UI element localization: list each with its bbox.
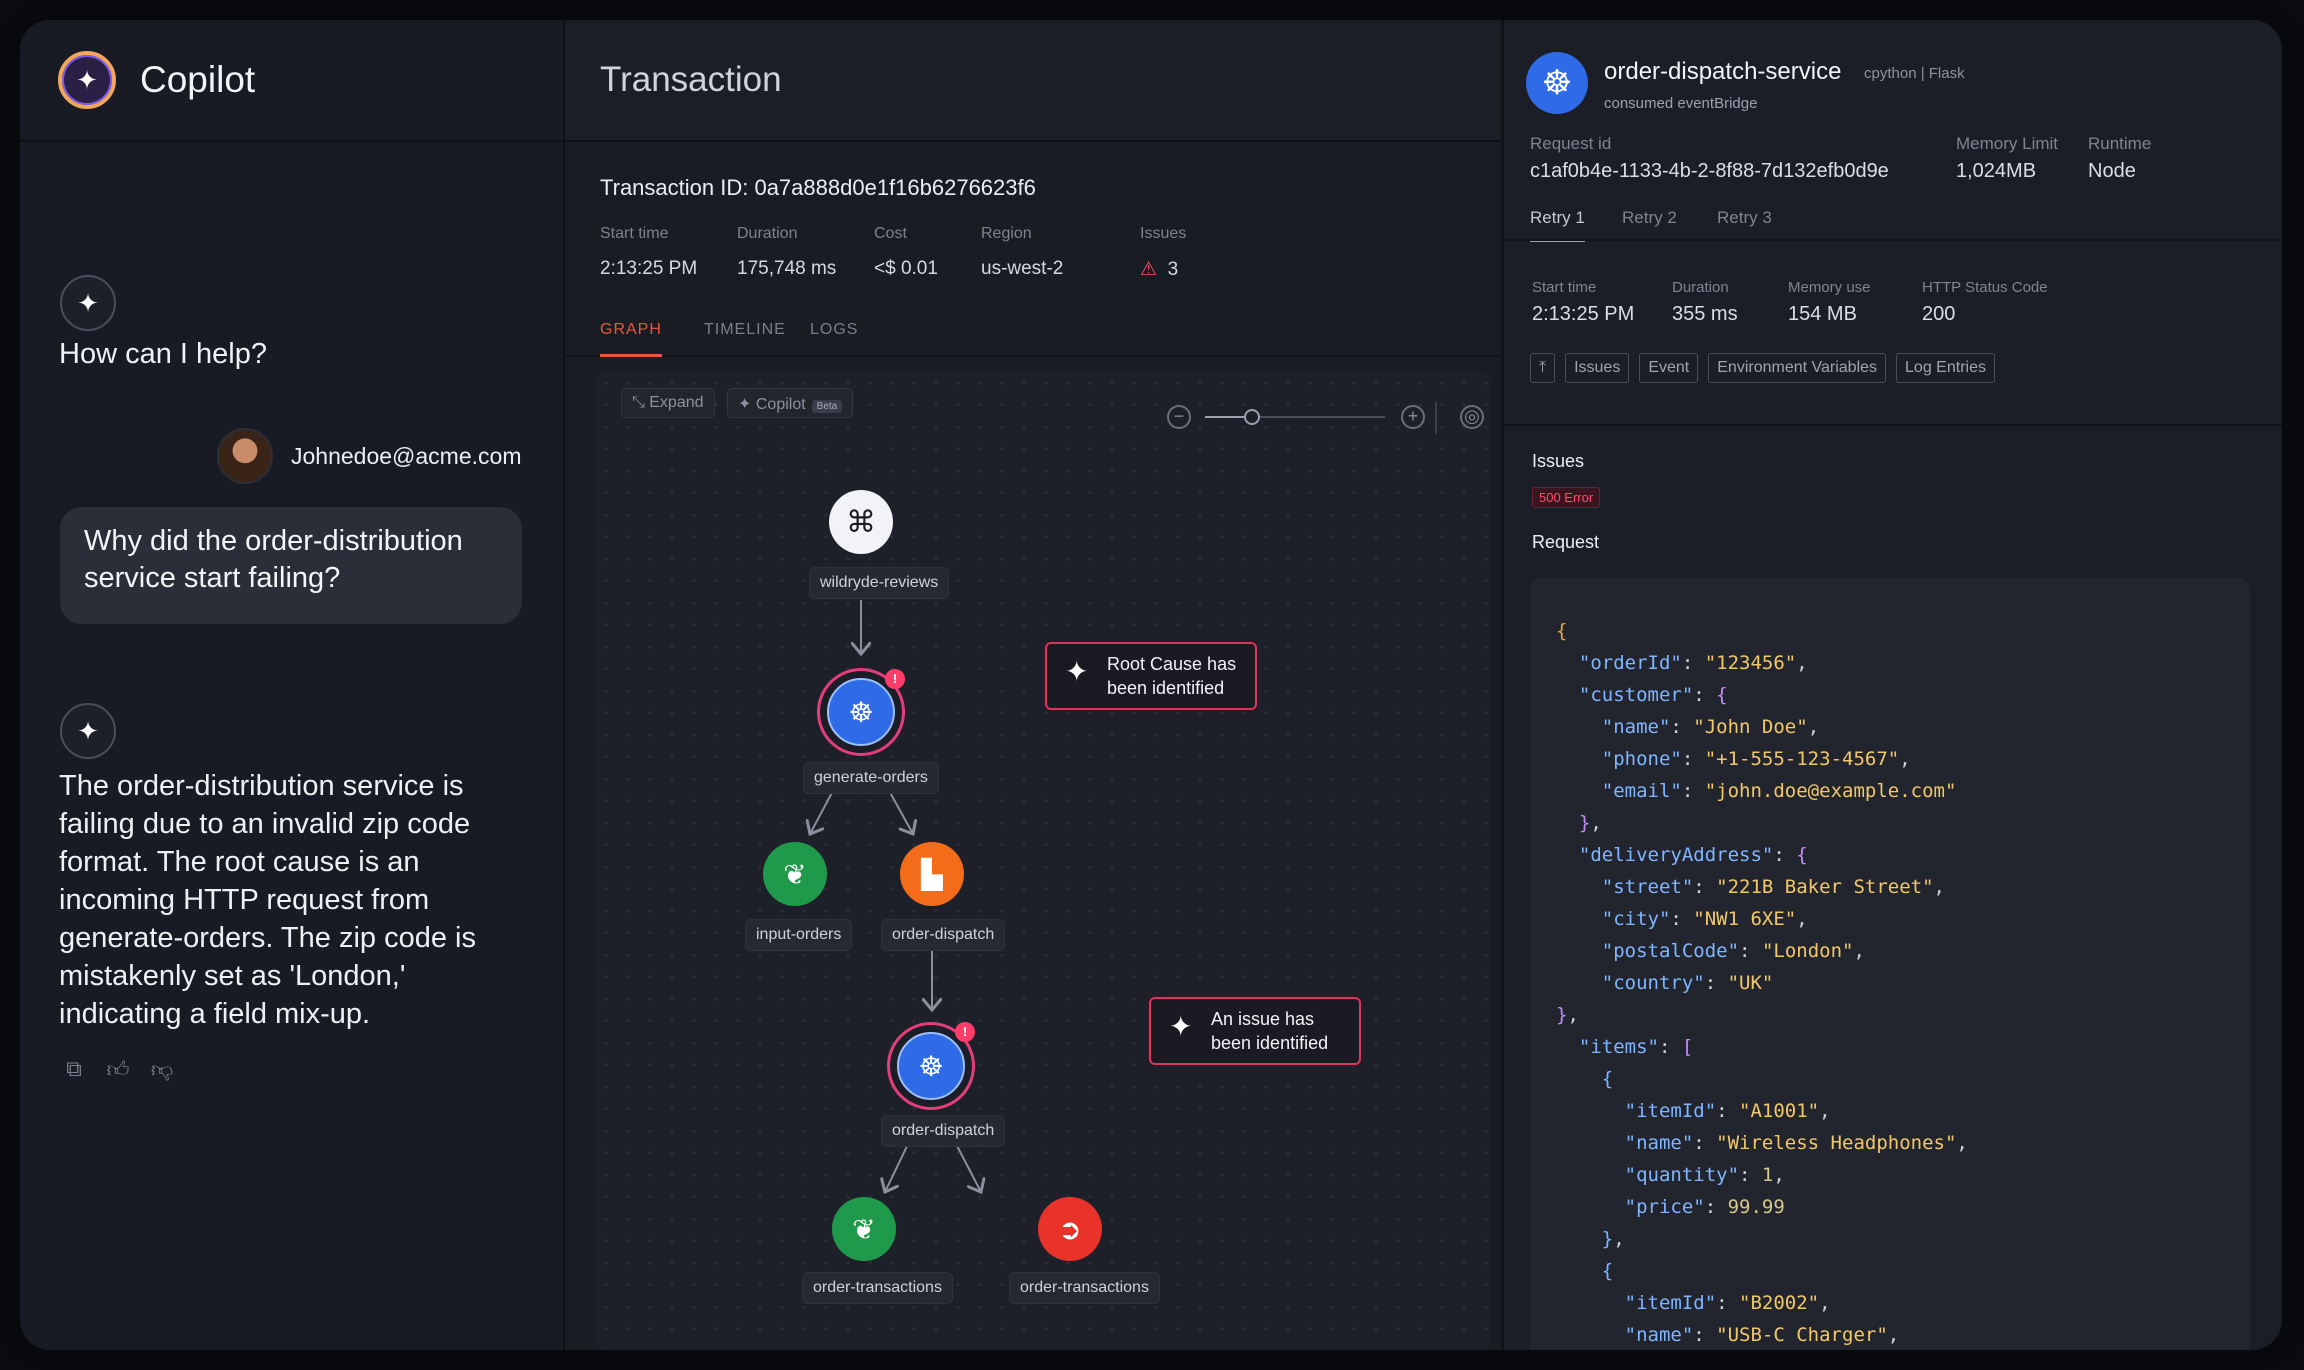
device-frame: ✦ Copilot ✦ How can I help? Johnedoe@acm…	[0, 0, 2304, 1370]
copilot-title: Copilot	[140, 59, 256, 100]
user-row: Johnedoe@acme.com	[217, 428, 521, 484]
divider	[1504, 424, 2282, 426]
chip-event[interactable]: Event	[1639, 353, 1699, 383]
edge	[810, 786, 836, 834]
request-id-label: Request id	[1530, 134, 1612, 153]
kubernetes-icon: ☸	[1526, 52, 1588, 114]
node-label-order-dispatch: order-dispatch	[881, 1115, 1006, 1147]
transaction-tabs: GRAPH TIMELINE LOGS	[565, 307, 1500, 357]
node-label-generate-orders: generate-orders	[803, 762, 939, 794]
avatar	[217, 428, 273, 484]
tab-graph[interactable]: GRAPH	[600, 321, 662, 357]
meta-label: Start time	[600, 225, 669, 242]
root-cause-text: Root Cause has been identified	[1107, 654, 1237, 698]
service-tags: cpython | Flask	[1864, 65, 1965, 82]
stat-value: 200	[1922, 303, 1956, 325]
kubernetes-icon: ☸	[827, 678, 895, 746]
mongodb-icon[interactable]: ❦	[763, 842, 827, 906]
copilot-panel: ✦ Copilot ✦ How can I help? Johnedoe@acm…	[20, 20, 565, 1350]
chip-log-entries[interactable]: Log Entries	[1896, 353, 1995, 383]
meta-value: 2:13:25 PM	[600, 258, 698, 279]
node-label-input-orders: input-orders	[745, 919, 853, 951]
meta-value: 175,748 ms	[737, 258, 837, 279]
user-email: Johnedoe@acme.com	[291, 442, 522, 469]
doordash-icon[interactable]: ➲	[1038, 1197, 1102, 1261]
error-badge: 500 Error	[1532, 487, 1601, 508]
graph-edges	[595, 600, 1490, 1350]
issue-callout[interactable]: ✦ An issue has been identified	[1149, 997, 1361, 1065]
service-source: consumed eventBridge	[1604, 95, 1758, 112]
service-details-panel: ☸ order-dispatch-service cpython | Flask…	[1502, 20, 2282, 1350]
service-name: order-dispatch-service	[1604, 58, 1842, 85]
stat-label: Duration	[1672, 279, 1729, 296]
user-question-bubble: Why did the order-distribution service s…	[60, 507, 522, 624]
tab-retry-1[interactable]: Retry 1	[1530, 208, 1585, 242]
sparkle-icon: ✦	[1065, 656, 1089, 687]
meta-value: <$ 0.01	[874, 258, 938, 279]
stat-label: Memory use	[1788, 279, 1871, 296]
runtime-value: Node	[2088, 160, 2136, 182]
copilot-answer: The order-distribution service is failin…	[59, 770, 476, 1030]
transaction-panel: Transaction Transaction ID: 0a7a888d0e1f…	[565, 20, 1500, 1350]
memory-limit-label: Memory Limit	[1956, 134, 2059, 153]
meta-label: Issues	[1140, 225, 1187, 242]
warning-icon: ⚠	[1140, 259, 1158, 280]
app-screen: ✦ Copilot ✦ How can I help? Johnedoe@acm…	[20, 20, 2282, 1350]
collapse-icon[interactable]: ⤒	[1530, 353, 1556, 383]
root-cause-callout[interactable]: ✦ Root Cause has been identified	[1045, 642, 1257, 710]
issues-heading: Issues	[1532, 451, 1585, 471]
stat-label: HTTP Status Code	[1922, 279, 2048, 296]
memory-limit-value: 1,024MB	[1956, 160, 2037, 182]
node-label-order-transactions: order-transactions	[802, 1272, 953, 1304]
thumbs-down-icon[interactable]: 👎︎	[148, 1056, 176, 1084]
thumbs-up-icon[interactable]: 👍︎	[104, 1056, 132, 1084]
meta-value: us-west-2	[981, 258, 1064, 279]
chip-environment-variables[interactable]: Environment Variables	[1708, 353, 1887, 383]
node-label-order-dispatch: order-dispatch	[881, 919, 1006, 951]
kubernetes-icon: ☸	[897, 1032, 965, 1100]
runtime-label: Runtime	[2088, 134, 2152, 153]
stat-value: 2:13:25 PM	[1532, 303, 1635, 325]
alert-badge: !	[955, 1022, 975, 1042]
kafka-icon[interactable]: ⌘	[829, 490, 893, 554]
sparkle-icon: ✦	[1169, 1011, 1193, 1042]
issue-text: An issue has been identified	[1211, 1009, 1329, 1053]
stat-value: 154 MB	[1788, 303, 1857, 325]
node-label-order-transactions: order-transactions	[1009, 1272, 1160, 1304]
stat-label: Start time	[1532, 279, 1597, 296]
graph-canvas[interactable]: ⤡ Expand ✦ Copilot Beta − + ◎ ⌘ wildryde…	[595, 372, 1490, 1350]
tab-retry-2[interactable]: Retry 2	[1622, 208, 1677, 228]
rabbitmq-icon[interactable]: ▙	[900, 842, 964, 906]
copilot-header: ✦ Copilot	[20, 20, 563, 142]
request-id-value: c1af0b4e-1133-4b-2-8f88-7d132efb0d9e	[1530, 160, 1889, 182]
sparkle-icon: ✦	[60, 703, 116, 759]
copy-icon[interactable]: ⧉	[60, 1056, 88, 1084]
meta-label: Cost	[874, 225, 907, 242]
tab-retry-3[interactable]: Retry 3	[1717, 208, 1772, 228]
transaction-title: Transaction	[565, 20, 1500, 142]
edge	[885, 1141, 910, 1192]
issues-count: ⚠ 3	[1140, 258, 1178, 281]
mongodb-icon[interactable]: ❦	[832, 1197, 896, 1261]
issues-value: 3	[1167, 259, 1179, 280]
meta-label: Region	[981, 225, 1032, 242]
greeting-text: How can I help?	[59, 338, 267, 370]
request-json-code: { "orderId": "123456", "customer": { "na…	[1530, 577, 2250, 1350]
alert-badge: !	[885, 669, 905, 689]
node-label-wildryde-reviews: wildryde-reviews	[809, 567, 950, 599]
copilot-logo-icon: ✦	[58, 51, 116, 109]
divider	[1504, 239, 2282, 241]
tab-logs[interactable]: LOGS	[810, 321, 858, 339]
edge	[886, 786, 913, 834]
request-heading: Request	[1532, 532, 1600, 552]
sparkle-icon: ✦	[60, 275, 116, 331]
stat-value: 355 ms	[1672, 303, 1738, 325]
transaction-id: Transaction ID: 0a7a888d0e1f16b6276623f6	[600, 175, 1036, 200]
meta-label: Duration	[737, 225, 798, 242]
detail-chips: ⤒ Issues Event Environment Variables Log…	[1530, 353, 1995, 383]
edge	[954, 1141, 981, 1192]
chip-issues[interactable]: Issues	[1565, 353, 1630, 383]
tab-timeline[interactable]: TIMELINE	[704, 321, 786, 339]
